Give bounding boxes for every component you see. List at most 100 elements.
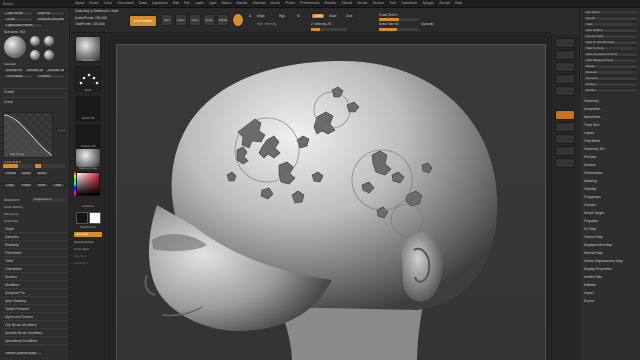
alternate-button[interactable]: Alternate	[74, 232, 102, 237]
draw-size-slider[interactable]	[379, 28, 419, 31]
smooth-brush-icon[interactable]	[44, 50, 54, 60]
menu-marker[interactable]: Marker	[237, 1, 248, 5]
tool-geometry-hd[interactable]: Geometry HD	[584, 146, 638, 153]
frame-icon[interactable]	[555, 158, 575, 168]
save-as-button[interactable]: Save As	[35, 11, 65, 16]
rgb-toggle[interactable]: Rgb	[279, 14, 285, 18]
subpalette-sculptris-pro[interactable]: Sculptris Pro	[3, 290, 67, 297]
menu-texture[interactable]: Texture	[373, 1, 385, 5]
move-button[interactable]: Move	[189, 14, 201, 26]
mrgb-toggle[interactable]: Mrgb	[257, 14, 265, 18]
subpalette-samples[interactable]: Samples	[3, 234, 67, 241]
tool-normal-map[interactable]: Normal Map	[584, 250, 638, 257]
secondary-color-swatch[interactable]	[89, 212, 101, 224]
noise-slider[interactable]	[35, 164, 65, 168]
menu-stencil[interactable]: Stencil	[341, 1, 352, 5]
bpr-icon[interactable]	[555, 38, 575, 48]
to-mesh-button[interactable]: To Mesh	[35, 74, 65, 79]
menu-tool[interactable]: Tool	[389, 1, 396, 5]
live-boolean-button[interactable]: Live Boolean	[129, 15, 157, 27]
clay-brush-icon[interactable]	[44, 36, 54, 46]
spix-icon[interactable]	[555, 50, 575, 60]
tool-initialize[interactable]: Initialize	[584, 282, 638, 289]
sculpt-mode-icon[interactable]	[232, 13, 244, 27]
backface-mask-label[interactable]: BackfaceMask	[74, 240, 104, 244]
menu-color[interactable]: Color	[104, 1, 113, 5]
subtool-split-hidden-button[interactable]: Split Hidden	[583, 28, 638, 33]
color-picker[interactable]	[76, 172, 100, 196]
paste-button[interactable]: Paste	[19, 183, 33, 188]
a-toggle[interactable]: A	[249, 14, 251, 18]
live-bool-label[interactable]: Live Bool	[74, 254, 104, 258]
subtool-split-to-parts-button[interactable]: Split To Parts	[583, 46, 638, 51]
subtool-remesh-button[interactable]: Remesh	[583, 76, 638, 81]
save-curve-button[interactable]: Save	[35, 183, 49, 188]
subpalette-tablet-pressure[interactable]: Tablet Pressure	[3, 306, 67, 313]
subpalette-clip-brush-modifiers[interactable]: Clip Brush Modifiers	[3, 322, 67, 329]
actual-icon[interactable]	[555, 86, 575, 96]
subtool-split-button[interactable]: Split	[583, 22, 638, 27]
dynamic-toggle[interactable]: Dynamic	[421, 22, 434, 26]
subtool-split-unmasked-points-button[interactable]: Split Unmasked Points	[583, 52, 638, 57]
zcut-toggle[interactable]: Zcut	[346, 14, 352, 18]
menu-edit[interactable]: Edit	[173, 1, 179, 5]
gradient-label[interactable]: Gradient	[73, 204, 103, 208]
material-tile[interactable]	[75, 148, 101, 168]
m-toggle[interactable]: M	[297, 14, 300, 18]
tool-polygroups[interactable]: Polygroups	[584, 194, 638, 201]
tool-layers[interactable]: Layers	[584, 130, 638, 137]
local-icon[interactable]	[555, 134, 575, 144]
load-curve-button[interactable]: Load	[51, 183, 65, 188]
curve-item[interactable]: Pen Curve	[4, 212, 18, 216]
tool-contact[interactable]: Contact	[584, 202, 638, 209]
scale-button[interactable]: Scale	[203, 14, 215, 26]
focal-shift-toolbar-slider[interactable]	[379, 18, 419, 21]
smooth-peaks-button[interactable]: Smooth Peaks	[3, 68, 23, 73]
section-curve[interactable]: Curve	[4, 100, 13, 104]
move-brush-icon[interactable]	[30, 50, 40, 60]
menu-brush[interactable]: Brush	[89, 1, 98, 5]
accu-curve-label[interactable]: AccuCurve	[4, 198, 20, 202]
tool-vector-displacement-map[interactable]: Vector Displacement Map	[584, 258, 638, 265]
menu-file[interactable]: File	[184, 1, 190, 5]
menu-draw[interactable]: Draw	[139, 1, 147, 5]
subtool-get-other-button[interactable]: Get Other	[583, 10, 638, 15]
tool-surface[interactable]: Surface	[584, 162, 638, 169]
tool-thick-skin[interactable]: Thick Skin	[584, 122, 638, 129]
main-color-swatch[interactable]	[76, 212, 88, 224]
subpalette-alpha-and-texture[interactable]: Alpha and Texture	[3, 314, 67, 321]
curve-item[interactable]: Curve Pen	[4, 219, 18, 223]
tool-uv-map[interactable]: UV Map	[584, 226, 638, 233]
tool-arraymesh[interactable]: ArrayMesh	[584, 106, 638, 113]
subpalette-twist[interactable]: Twist	[3, 258, 67, 265]
zadd-button[interactable]: Zadd	[311, 13, 325, 19]
current-brush-thumbnail[interactable]	[4, 36, 26, 58]
curve-side-button[interactable]	[56, 128, 67, 133]
reset-all-brushes-button[interactable]: Reset All Brushes	[35, 17, 65, 22]
copy-button[interactable]: Copy	[3, 183, 17, 188]
tool-unified-skin[interactable]: Unified Skin	[584, 274, 638, 281]
section-create[interactable]: Create	[4, 90, 14, 94]
scroll-icon[interactable]	[555, 62, 575, 72]
menu-help[interactable]: Help	[455, 1, 462, 5]
tool-export[interactable]: Export	[584, 298, 638, 305]
menu-zscript[interactable]: Zscript	[439, 1, 450, 5]
reset-current-brush-button[interactable]: Reset Current Brush	[3, 351, 43, 356]
menu-dynamics[interactable]: Dynamics	[152, 1, 168, 5]
array-mesh-label[interactable]: Array Mesh	[74, 247, 104, 251]
menu-stroke[interactable]: Stroke	[357, 1, 367, 5]
smooth-valleys-button[interactable]: Smooth Valleys	[24, 68, 44, 73]
menu-preferences[interactable]: Preferences	[300, 1, 319, 5]
curve-item[interactable]: Curve Bi-Prim	[4, 205, 23, 209]
floor-icon[interactable]	[555, 122, 575, 132]
load-brush-button[interactable]: Load Brush	[3, 11, 33, 16]
tool-deformation[interactable]: Deformation	[584, 170, 638, 177]
menu-macro[interactable]: Macro	[222, 1, 232, 5]
subtool-set-all-button[interactable]: Set All	[583, 16, 638, 21]
menu-alpha[interactable]: Alpha	[75, 1, 84, 5]
tool-displacement-map[interactable]: Displacement Map	[584, 242, 638, 249]
draw-button[interactable]: Draw	[175, 14, 187, 26]
standard-brush-icon[interactable]	[30, 36, 40, 46]
subpalette-smooth-brush-modifiers[interactable]: Smooth Brush Modifiers	[3, 330, 67, 337]
subpalette-auto-masking[interactable]: Auto Masking	[3, 298, 67, 305]
